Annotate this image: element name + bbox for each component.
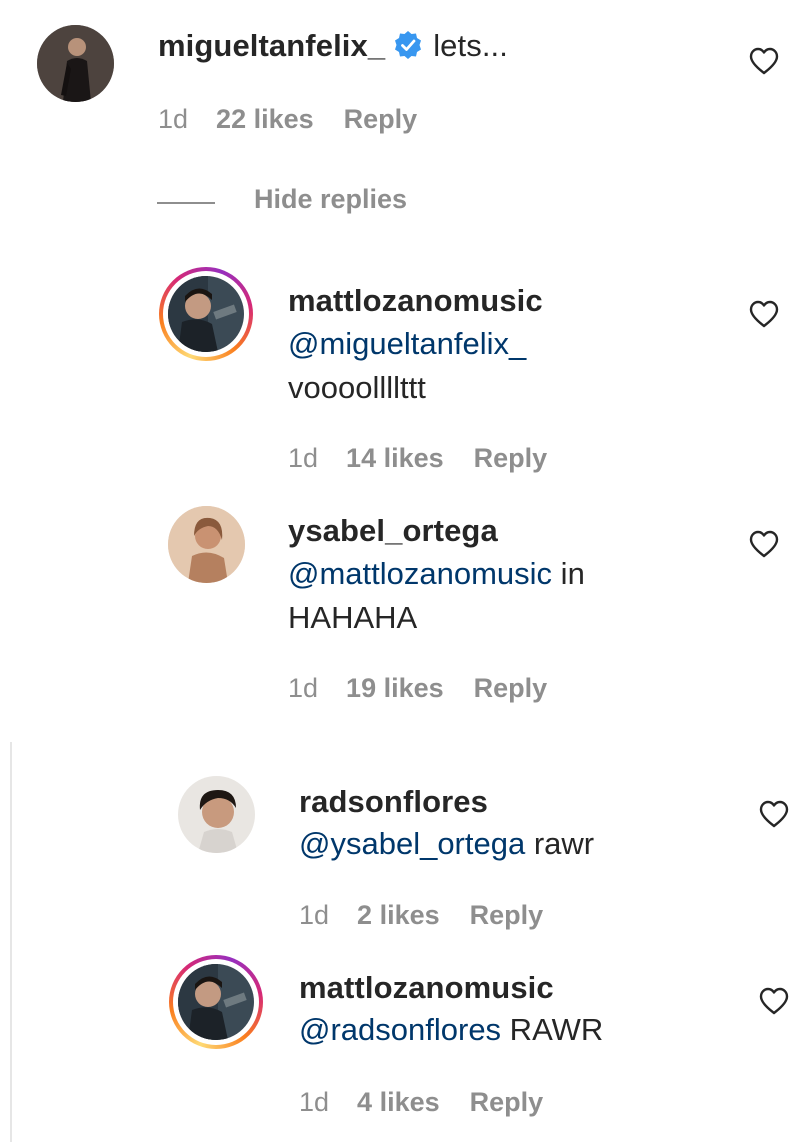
reply-body: voooollllttt bbox=[288, 370, 426, 405]
likes-count[interactable]: 4 likes bbox=[357, 1087, 440, 1117]
reply-time[interactable]: 1d bbox=[299, 900, 329, 930]
reply-button[interactable]: Reply bbox=[344, 104, 418, 134]
comment-meta: 1d 22 likes Reply bbox=[158, 104, 417, 135]
reply-button[interactable]: Reply bbox=[470, 1087, 544, 1117]
reply-time[interactable]: 1d bbox=[288, 443, 318, 473]
likes-count[interactable]: 19 likes bbox=[346, 673, 444, 703]
mention-link[interactable]: @mattlozanomusic bbox=[288, 556, 552, 591]
story-ring[interactable] bbox=[169, 955, 263, 1049]
reply-button[interactable]: Reply bbox=[470, 900, 544, 930]
avatar[interactable] bbox=[178, 776, 255, 853]
reply-meta: 1d 14 likes Reply bbox=[288, 443, 547, 474]
reply-username[interactable]: mattlozanomusic bbox=[299, 970, 554, 1006]
comment-username[interactable]: migueltanfelix_ lets... bbox=[158, 28, 508, 64]
verified-badge-icon bbox=[393, 30, 423, 60]
reply-meta: 1d 2 likes Reply bbox=[299, 900, 543, 931]
heart-icon[interactable] bbox=[749, 47, 779, 75]
reply-text: @radsonflores RAWR bbox=[299, 1008, 603, 1052]
reply-meta: 1d 19 likes Reply bbox=[288, 673, 547, 704]
reply-username[interactable]: mattlozanomusic bbox=[288, 283, 543, 319]
reply-time[interactable]: 1d bbox=[299, 1087, 329, 1117]
likes-count[interactable]: 22 likes bbox=[216, 104, 314, 134]
heart-icon[interactable] bbox=[749, 300, 779, 328]
avatar[interactable] bbox=[168, 276, 244, 352]
reply-text: @ysabel_ortega rawr bbox=[299, 822, 594, 866]
likes-count[interactable]: 14 likes bbox=[346, 443, 444, 473]
comment-text: lets... bbox=[433, 28, 508, 63]
avatar[interactable] bbox=[168, 506, 245, 583]
reply-username[interactable]: ysabel_ortega bbox=[288, 513, 498, 549]
thread-indicator bbox=[10, 742, 12, 1142]
likes-count[interactable]: 2 likes bbox=[357, 900, 440, 930]
reply-inline-text: rawr bbox=[525, 826, 595, 861]
mention-link[interactable]: @ysabel_ortega bbox=[299, 826, 525, 861]
reply-username[interactable]: radsonflores bbox=[299, 784, 488, 820]
heart-icon[interactable] bbox=[759, 987, 789, 1015]
mention-link[interactable]: @radsonflores bbox=[299, 1012, 501, 1047]
reply-body: HAHAHA bbox=[288, 600, 418, 635]
avatar[interactable] bbox=[37, 25, 114, 102]
heart-icon[interactable] bbox=[759, 800, 789, 828]
story-ring[interactable] bbox=[159, 267, 253, 361]
reply-meta: 1d 4 likes Reply bbox=[299, 1087, 543, 1118]
hide-replies-button[interactable]: Hide replies bbox=[254, 184, 407, 215]
reply-inline-text: in bbox=[552, 556, 585, 591]
divider-line bbox=[157, 202, 215, 204]
heart-icon[interactable] bbox=[749, 530, 779, 558]
mention-link[interactable]: @migueltanfelix_ bbox=[288, 326, 526, 361]
reply-text: @mattlozanomusic in HAHAHA bbox=[288, 552, 585, 640]
avatar[interactable] bbox=[178, 964, 254, 1040]
comment-time[interactable]: 1d bbox=[158, 104, 188, 134]
reply-button[interactable]: Reply bbox=[474, 673, 548, 703]
reply-text: @migueltanfelix_ voooollllttt bbox=[288, 322, 526, 410]
reply-inline-text: RAWR bbox=[501, 1012, 604, 1047]
reply-time[interactable]: 1d bbox=[288, 673, 318, 703]
username-text[interactable]: migueltanfelix_ bbox=[158, 28, 385, 63]
reply-button[interactable]: Reply bbox=[474, 443, 548, 473]
